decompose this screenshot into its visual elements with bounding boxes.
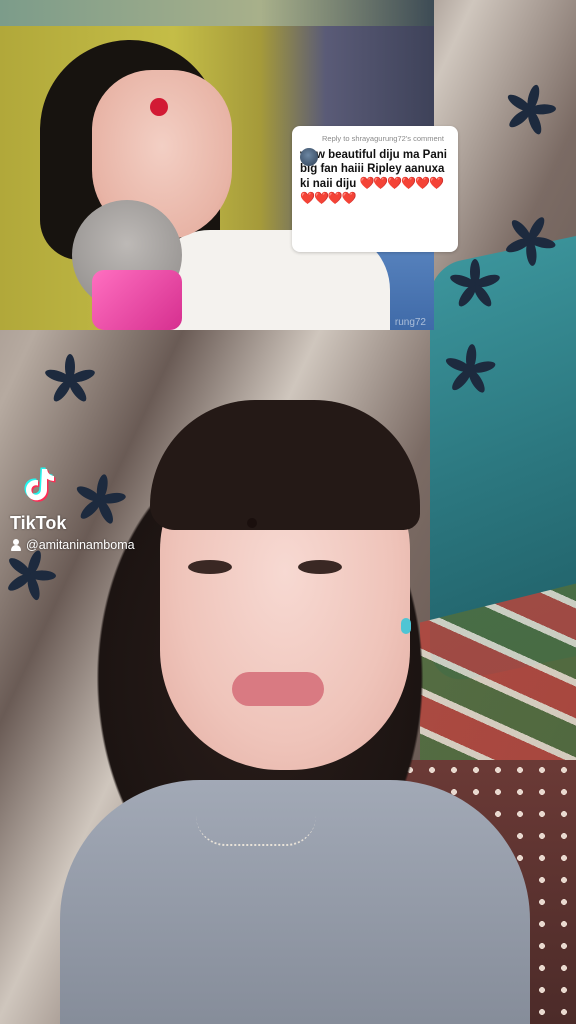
subject-lips: [232, 672, 324, 706]
tiktok-logo-icon: [24, 467, 56, 502]
curtain-flower: [500, 80, 560, 140]
username-text: @amitaninamboma: [26, 538, 135, 552]
pink-bag: [92, 270, 182, 330]
tiktok-wordmark: TikTok: [10, 513, 67, 533]
creator-username[interactable]: @amitaninamboma: [10, 538, 135, 552]
subject-bindi: [247, 518, 257, 528]
inset-watermark: rung72: [394, 317, 426, 328]
hearts-line-1: ❤️❤️❤️❤️❤️❤️: [359, 176, 444, 190]
user-icon: [10, 539, 22, 551]
reply-comment-sticker[interactable]: Reply to shrayagurung72's comment wow be…: [292, 126, 458, 252]
hearts-line-2: ❤️❤️❤️❤️: [300, 191, 357, 205]
inset-top-strip: [0, 0, 434, 26]
subject-eye-left: [188, 560, 232, 574]
curtain-flower: [500, 210, 560, 270]
inset-tika: [150, 98, 168, 116]
comment-text: wow beautiful diju ma Pani big fan haiii…: [300, 148, 450, 206]
subject-necklace: [196, 816, 316, 846]
subject-earring: [401, 618, 411, 634]
reply-to-label: Reply to shrayagurung72's comment: [322, 134, 444, 143]
subject-eye-right: [298, 560, 342, 574]
curtain-flower: [445, 255, 505, 315]
commenter-avatar: [300, 148, 318, 166]
